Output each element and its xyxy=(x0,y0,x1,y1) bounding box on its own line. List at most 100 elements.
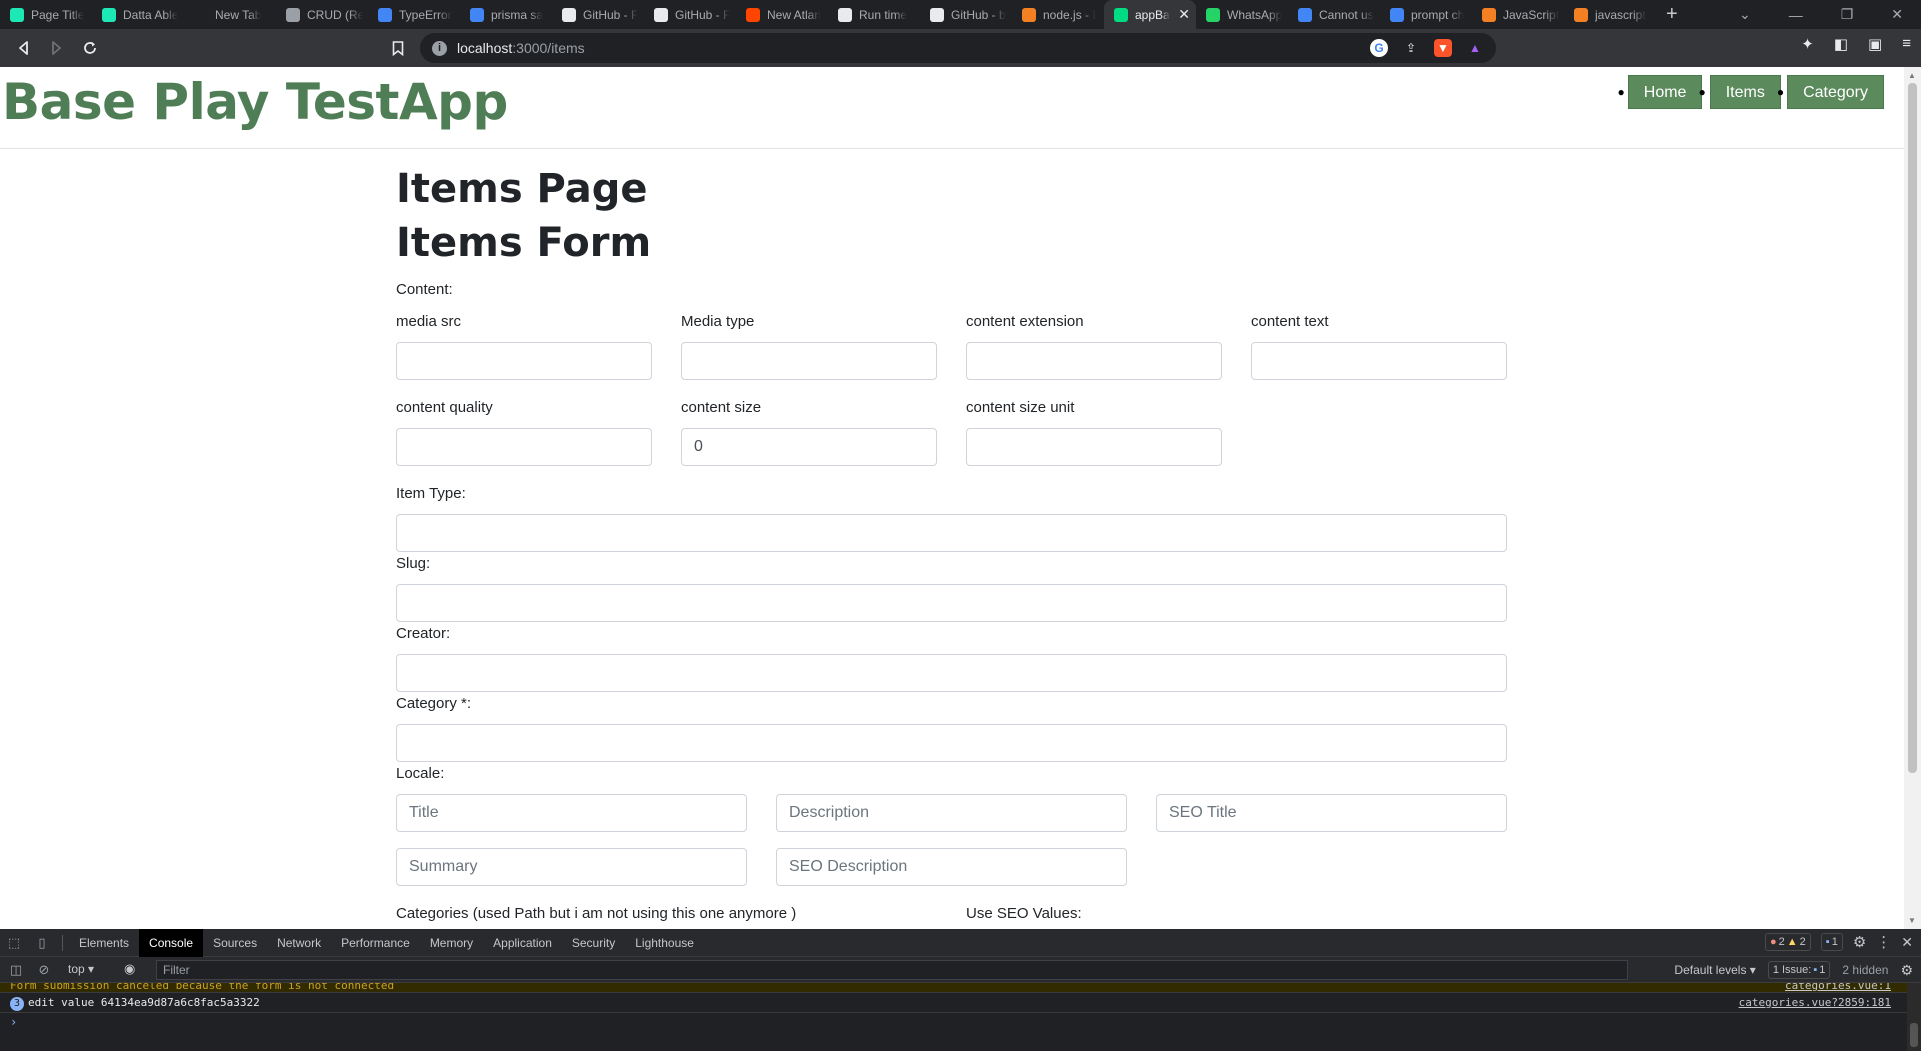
creator-input[interactable] xyxy=(396,654,1507,692)
browser-tab[interactable]: TypeError xyxy=(368,0,460,29)
media-type-input[interactable] xyxy=(681,342,937,380)
settings-gear-icon[interactable]: ⚙ xyxy=(1853,933,1866,951)
devtools-tab-console[interactable]: Console xyxy=(139,928,204,957)
browser-tab[interactable]: appBa ✕ xyxy=(1104,0,1196,29)
tab-favicon-icon xyxy=(470,7,484,22)
locale-description-input[interactable] xyxy=(776,794,1127,832)
live-expression-eye-icon[interactable]: ◉ xyxy=(124,961,135,977)
tab-favicon-icon xyxy=(654,7,668,22)
tab-label: TypeError xyxy=(399,7,452,22)
console-settings-icon[interactable]: ⚙ xyxy=(1900,962,1913,979)
devtools-tab-performance[interactable]: Performance xyxy=(331,929,420,957)
browser-tab[interactable]: prisma sa xyxy=(460,0,552,29)
item-type-input[interactable] xyxy=(396,514,1507,552)
content-size-input[interactable] xyxy=(681,428,937,466)
browser-tab[interactable]: Run time xyxy=(828,0,920,29)
reload-icon[interactable] xyxy=(74,32,106,64)
close-window-icon[interactable]: ✕ xyxy=(1891,6,1903,23)
log-levels-dropdown[interactable]: Default levels ▾ xyxy=(1674,963,1755,977)
context-selector[interactable]: top ▾ xyxy=(68,962,94,976)
wallet-icon[interactable]: ▣ xyxy=(1868,35,1882,53)
address-bar[interactable]: i localhost:3000/items G ⇪ ▼ ▲ xyxy=(420,33,1496,63)
devtools-tab-application[interactable]: Application xyxy=(483,929,562,957)
close-devtools-icon[interactable]: ✕ xyxy=(1901,934,1913,951)
browser-tab[interactable]: Datta Able xyxy=(92,0,184,29)
scroll-down-icon[interactable]: ▼ xyxy=(1908,916,1916,925)
browser-tab[interactable]: New Tab xyxy=(184,0,276,29)
brave-rewards-icon[interactable]: ▲ xyxy=(1466,39,1484,57)
browser-tab[interactable]: WhatsApp xyxy=(1196,0,1288,29)
category-input[interactable] xyxy=(396,724,1507,762)
locale-summary-input[interactable] xyxy=(396,848,747,886)
issues-counter[interactable]: ● 2 ▲ 2 xyxy=(1764,933,1811,951)
tab-label: Page Title xyxy=(31,7,85,22)
slug-input[interactable] xyxy=(396,584,1507,622)
page-scrollbar[interactable]: ▲ ▼ xyxy=(1904,67,1921,929)
inspect-element-icon[interactable]: ⬚ xyxy=(0,935,28,951)
content-text-input[interactable] xyxy=(1251,342,1507,380)
forward-arrow-icon[interactable] xyxy=(40,32,72,64)
more-options-icon[interactable]: ⋮ xyxy=(1876,933,1891,951)
tab-close-icon[interactable]: ✕ xyxy=(1178,6,1190,23)
content-size-label: content size xyxy=(681,399,762,416)
sidebar-toggle-icon[interactable]: ◫ xyxy=(2,962,30,978)
menu-icon[interactable]: ≡ xyxy=(1902,35,1911,53)
devtools-tab-sources[interactable]: Sources xyxy=(203,929,267,957)
nav-category-button[interactable]: Category xyxy=(1787,75,1884,109)
content-extension-input[interactable] xyxy=(966,342,1222,380)
log-source-link[interactable]: categories.vue?2859:181 xyxy=(1739,993,1891,1013)
scrollbar-thumb[interactable] xyxy=(1908,83,1917,773)
browser-tab[interactable]: javascript xyxy=(1564,0,1656,29)
console-scrollbar[interactable] xyxy=(1907,983,1921,1051)
tab-label: appBa xyxy=(1135,7,1170,22)
bookmark-icon[interactable] xyxy=(384,32,412,64)
browser-tab[interactable]: prompt ch xyxy=(1380,0,1472,29)
browser-tab[interactable]: JavaScript xyxy=(1472,0,1564,29)
media-src-input[interactable] xyxy=(396,342,652,380)
nav-items-button[interactable]: Items xyxy=(1709,75,1781,109)
browser-tab[interactable]: CRUD (Re xyxy=(276,0,368,29)
form-title: Items Form xyxy=(396,220,652,266)
nav-home-button[interactable]: Home xyxy=(1627,75,1703,109)
browser-tab[interactable]: GitHub - F xyxy=(552,0,644,29)
devtools-tab-memory[interactable]: Memory xyxy=(420,929,483,957)
locale-seo-title-input[interactable] xyxy=(1156,794,1507,832)
device-toolbar-icon[interactable]: ▯ xyxy=(28,935,56,951)
devtools-tab-network[interactable]: Network xyxy=(267,929,331,957)
back-arrow-icon[interactable] xyxy=(8,32,40,64)
scroll-up-icon[interactable]: ▲ xyxy=(1908,71,1916,80)
locale-title-input[interactable] xyxy=(396,794,747,832)
google-icon[interactable]: G xyxy=(1370,39,1388,57)
browser-tab[interactable]: Cannot us xyxy=(1288,0,1380,29)
browser-tab[interactable]: GitHub - F xyxy=(644,0,736,29)
devtools-panel: ⬚ ▯ Elements Console Sources Network Perform… xyxy=(0,928,1921,1051)
browser-tab[interactable]: GitHub - b xyxy=(920,0,1012,29)
minimize-icon[interactable]: — xyxy=(1789,7,1803,23)
tab-label: Run time xyxy=(859,7,908,22)
brand-title[interactable]: Base Play TestApp xyxy=(2,73,508,131)
clear-console-icon[interactable]: ⊘ xyxy=(30,962,58,978)
locale-seo-description-input[interactable] xyxy=(776,848,1127,886)
devtools-tab-lighthouse[interactable]: Lighthouse xyxy=(625,929,704,957)
messages-counter[interactable]: ▪ 1 xyxy=(1820,933,1843,951)
issues-link[interactable]: 1 Issue: ▪ 1 xyxy=(1767,961,1831,979)
new-tab-icon[interactable]: + xyxy=(1666,3,1678,26)
content-text-label: content text xyxy=(1251,313,1329,330)
console-filter-input[interactable]: Filter xyxy=(156,960,1628,980)
site-info-icon[interactable]: i xyxy=(432,40,447,56)
brave-shield-icon[interactable]: ▼ xyxy=(1434,39,1452,57)
devtools-tab-security[interactable]: Security xyxy=(562,929,625,957)
devtools-tab-elements[interactable]: Elements xyxy=(69,929,139,957)
sidebar-icon[interactable]: ◧ xyxy=(1834,35,1848,53)
restore-icon[interactable]: ❐ xyxy=(1841,6,1854,23)
content-size-unit-input[interactable] xyxy=(966,428,1222,466)
extensions-icon[interactable]: ✦ xyxy=(1801,35,1814,53)
warning-source-link[interactable]: categories.vue:1 xyxy=(1785,983,1891,991)
content-quality-input[interactable] xyxy=(396,428,652,466)
share-icon[interactable]: ⇪ xyxy=(1402,39,1420,57)
browser-tab[interactable]: Page Title xyxy=(0,0,92,29)
browser-tab[interactable]: node.js - I xyxy=(1012,0,1104,29)
tab-search-icon[interactable]: ⌄ xyxy=(1739,6,1751,23)
browser-tab[interactable]: New Atlan xyxy=(736,0,828,29)
console-prompt[interactable]: › xyxy=(0,1013,1921,1031)
